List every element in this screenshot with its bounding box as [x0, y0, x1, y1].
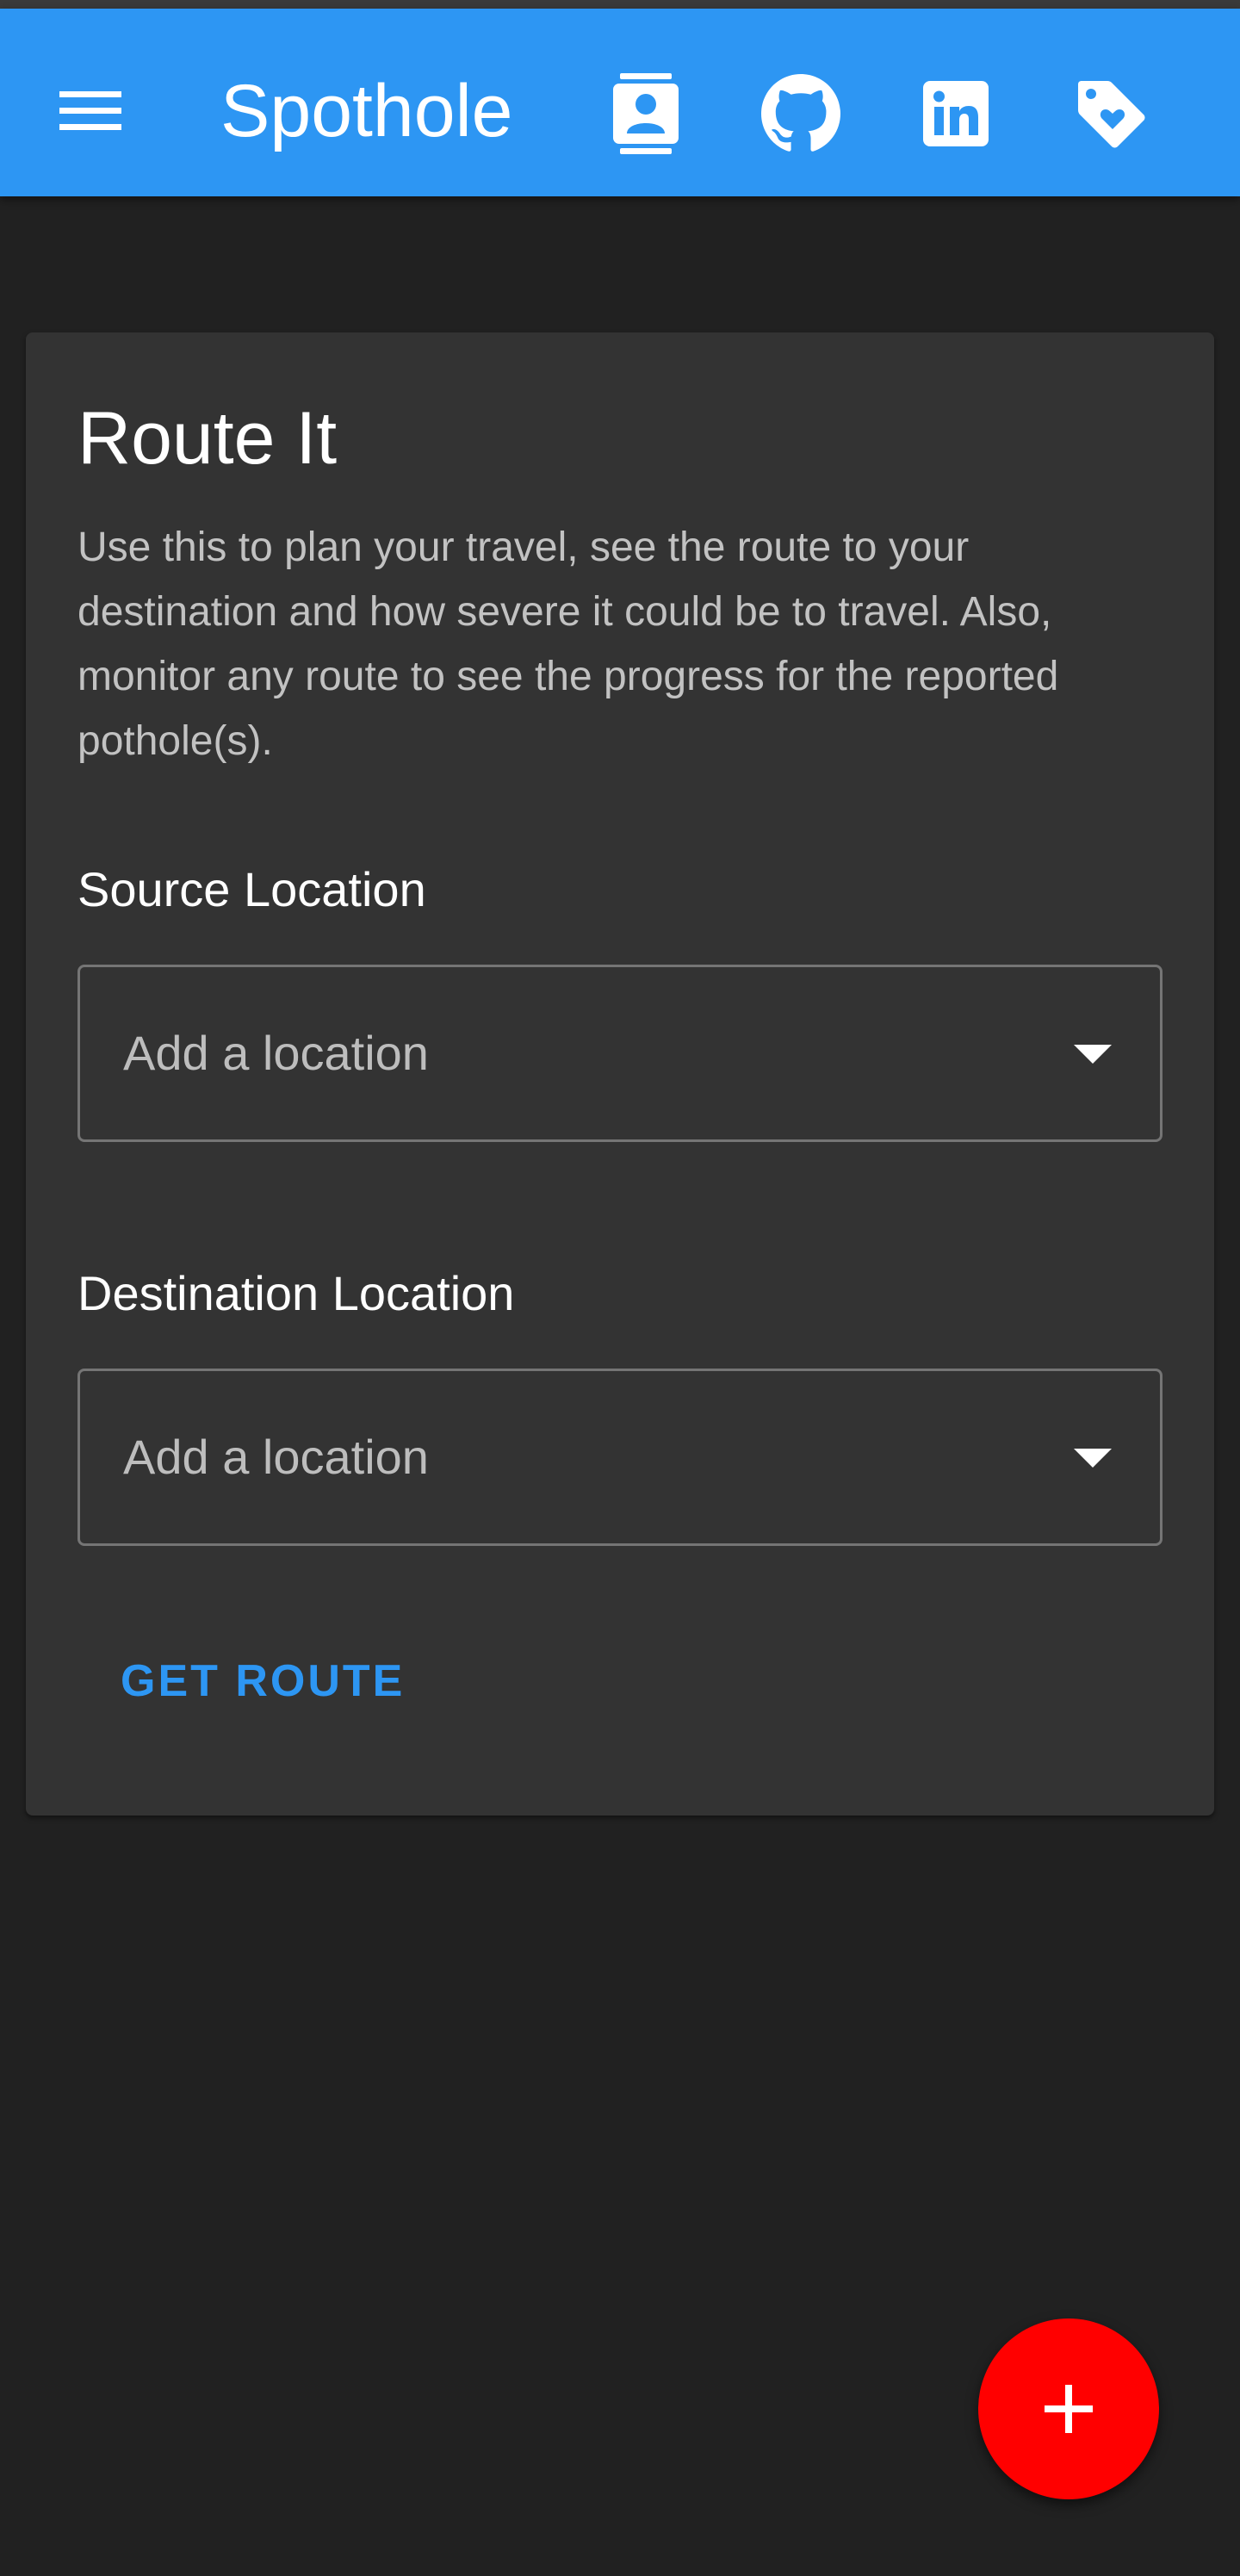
linkedin-button[interactable]: [913, 71, 999, 157]
app-title: Spothole: [220, 70, 513, 152]
add-fab-button[interactable]: [978, 2318, 1159, 2499]
contacts-icon: [613, 73, 679, 154]
source-location-select[interactable]: Add a location: [78, 965, 1162, 1142]
linkedin-icon: [923, 81, 989, 146]
route-card: Route It Use this to plan your travel, s…: [26, 332, 1214, 1816]
contacts-button[interactable]: [603, 71, 689, 157]
source-location-placeholder: Add a location: [123, 1026, 429, 1080]
card-description: Use this to plan your travel, see the ro…: [78, 525, 1059, 764]
status-strip: [0, 0, 1240, 9]
destination-location-label: Destination Location: [78, 1266, 515, 1320]
dropdown-arrow-icon: [1074, 1045, 1112, 1064]
github-icon: [761, 74, 840, 152]
tag-heart-button[interactable]: [1068, 71, 1154, 157]
tag-heart-icon: [1078, 81, 1145, 148]
app-bar: Spothole: [0, 9, 1240, 196]
plus-icon: [1045, 2385, 1093, 2433]
dropdown-arrow-icon: [1074, 1449, 1112, 1468]
card-title: Route It: [78, 397, 338, 480]
menu-icon: [59, 91, 121, 130]
destination-location-placeholder: Add a location: [123, 1430, 429, 1484]
destination-location-select[interactable]: Add a location: [78, 1369, 1162, 1546]
get-route-button[interactable]: GET ROUTE: [112, 1638, 413, 1724]
source-location-label: Source Location: [78, 862, 426, 916]
menu-button[interactable]: [53, 74, 127, 148]
github-button[interactable]: [758, 71, 844, 157]
